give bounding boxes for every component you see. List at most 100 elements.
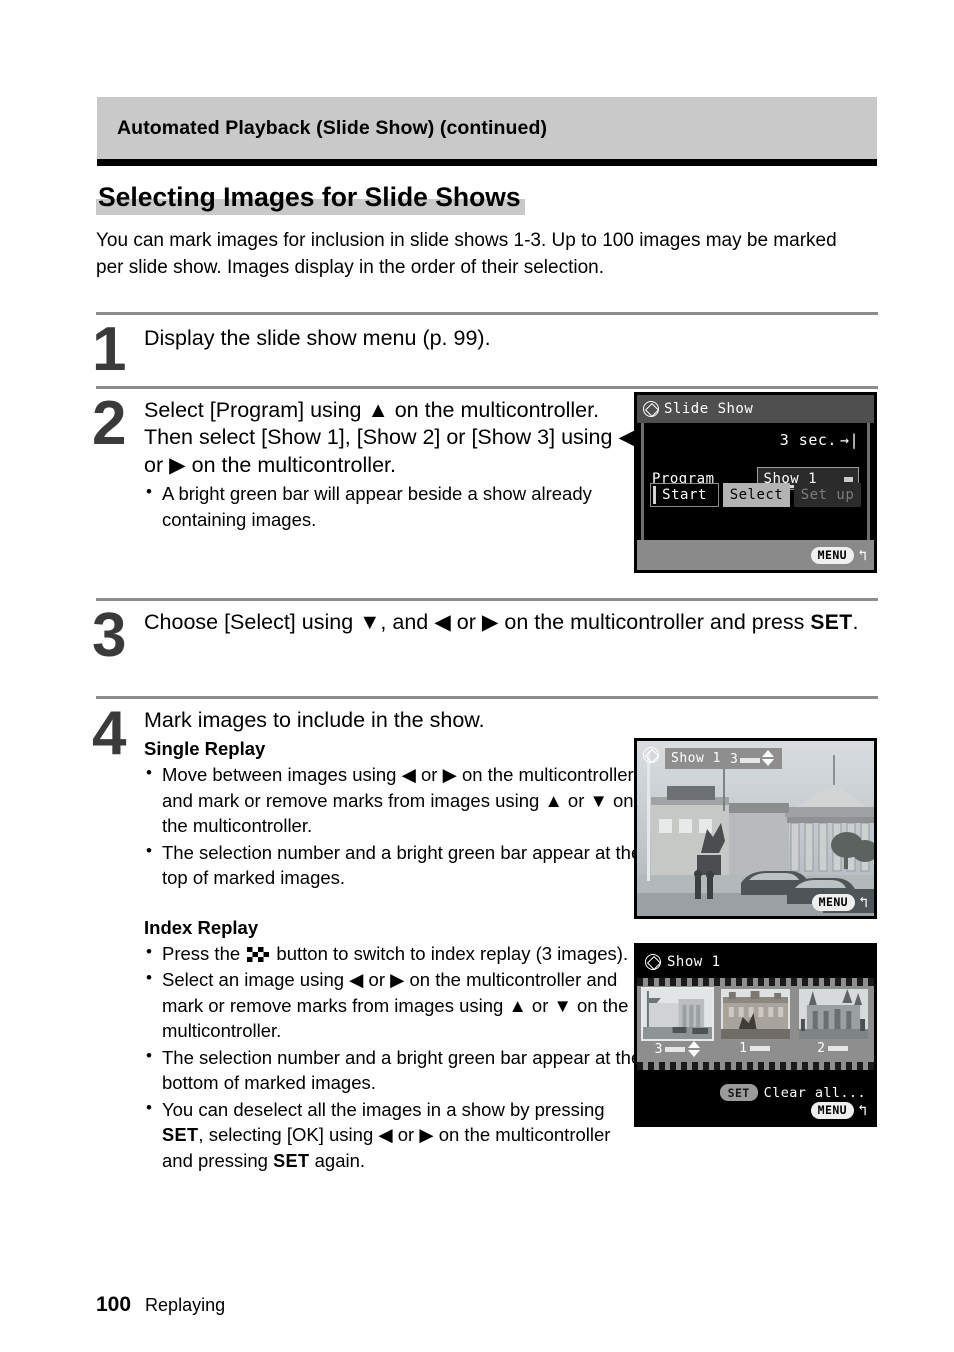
green-bar xyxy=(665,1046,686,1052)
thumbnail-cell[interactable]: 2 xyxy=(799,989,868,1057)
thumbnail-image-1[interactable] xyxy=(641,987,714,1041)
selection-number-group: 3 xyxy=(729,750,775,767)
set-key-label: SET xyxy=(810,610,853,634)
section-title-wrap: Selecting Images for Slide Shows xyxy=(96,182,525,215)
clear-all-label: Clear all... xyxy=(763,1084,866,1101)
lcd-index-bottom: SET Clear all... MENU ↰ xyxy=(637,1070,874,1124)
duration-value: 3 sec. xyxy=(779,431,837,449)
arrow-up-icon: ▲ xyxy=(544,789,563,811)
lcd-menu-title: Slide Show xyxy=(664,401,754,417)
arrow-left-icon: ◀ xyxy=(618,425,635,450)
page-title: Selecting Images for Slide Shows xyxy=(96,182,525,215)
lcd-index-footer: MENU ↰ xyxy=(810,1101,867,1119)
arrow-down-icon: ▼ xyxy=(589,789,608,811)
arrow-down-icon: ▼ xyxy=(359,609,381,634)
lcd-single-footer: MENU ↰ xyxy=(811,893,868,911)
running-head: Automated Playback (Slide Show) (continu… xyxy=(97,97,877,166)
thumb-art xyxy=(721,989,790,1039)
menu-badge[interactable]: MENU xyxy=(811,893,855,911)
arrow-left-icon: ◀ xyxy=(378,1124,393,1146)
thumbnail-row: 3 1 2 xyxy=(641,987,868,1057)
running-head-text: Automated Playback (Slide Show) (continu… xyxy=(117,116,548,139)
single-replay-badge: Show 1 3 xyxy=(665,748,783,769)
step-3-text: Choose [Select] using ▼, and ◀ or ▶ on t… xyxy=(144,609,859,634)
select-button[interactable]: Select xyxy=(723,483,790,507)
thumbnail-image-3[interactable] xyxy=(799,989,868,1039)
arrow-down-icon: ▼ xyxy=(553,994,572,1016)
arrow-right-icon: ▶ xyxy=(419,1124,434,1146)
menu-badge[interactable]: MENU xyxy=(810,546,854,564)
step-number: 4 xyxy=(92,698,127,768)
running-head-bar: Automated Playback (Slide Show) (continu… xyxy=(97,97,877,159)
back-arrow-icon: ↰ xyxy=(857,1101,867,1119)
arrow-up-icon: ▲ xyxy=(367,397,389,422)
index-button-icon xyxy=(247,946,270,962)
lcd-menu-footer: MENU ↰ xyxy=(637,540,874,570)
step-1-text: Display the slide show menu (p. 99). xyxy=(144,325,491,350)
arrow-left-icon: ◀ xyxy=(434,609,451,634)
manual-page: Automated Playback (Slide Show) (continu… xyxy=(0,0,954,1352)
slide-show-icon xyxy=(643,747,659,763)
green-bar xyxy=(740,758,761,763)
chapter-label: Replaying xyxy=(145,1295,226,1315)
slide-show-icon xyxy=(643,401,659,417)
thumbnail-label-1: 3 xyxy=(643,1041,712,1057)
page-number: 100 xyxy=(96,1293,132,1316)
page-footer: 100 Replaying xyxy=(96,1293,225,1317)
index-replay-bullets: Press the button to switch to index repl… xyxy=(144,940,644,1175)
lcd-slide-show-menu: Slide Show 3 sec. →| Program Show 1 Start… xyxy=(634,392,877,573)
thumbnail-image-2[interactable] xyxy=(721,989,790,1039)
arrow-up-icon: ▲ xyxy=(508,994,527,1016)
duration-row: 3 sec. →| xyxy=(780,431,859,449)
list-item: The selection number and a bright green … xyxy=(144,1044,644,1096)
list-item: Select an image using ◀ or ▶ on the mult… xyxy=(144,966,644,1044)
step-4-text: Mark images to include in the show. xyxy=(144,707,485,732)
set-up-button[interactable]: Set up xyxy=(794,483,861,507)
set-key-label: SET xyxy=(273,1151,310,1172)
lcd-index-replay: Show 1 3 1 2 SET Clear all... MENU ↰ xyxy=(634,943,877,1127)
clear-all-row[interactable]: SET Clear all... xyxy=(719,1084,866,1101)
arrow-right-icon: ▶ xyxy=(169,452,186,477)
intro-paragraph: You can mark images for inclusion in sli… xyxy=(96,230,837,278)
arrow-left-icon: ◀ xyxy=(349,969,364,991)
value-nub-icon xyxy=(844,477,853,482)
up-down-arrows-icon xyxy=(688,1041,701,1057)
selection-number: 3 xyxy=(729,752,739,767)
running-head-rule xyxy=(97,159,877,166)
lcd-single-replay: Show 1 3 MENU ↰ xyxy=(634,738,877,919)
thumbnail-label-3: 2 xyxy=(799,1041,868,1056)
step-1: 1 Display the slide show menu (p. 99). xyxy=(92,312,878,380)
arrow-right-icon: ▶ xyxy=(442,764,457,786)
lcd-index-titlebar: Show 1 xyxy=(637,946,874,978)
green-bar xyxy=(827,1046,848,1051)
list-item: A bright green bar will appear beside a … xyxy=(144,480,644,532)
arrow-right-icon: ▶ xyxy=(390,969,405,991)
lcd-button-row: Start Select Set up xyxy=(650,483,861,507)
set-badge[interactable]: SET xyxy=(719,1084,758,1101)
index-replay-heading: Index Replay xyxy=(144,916,259,938)
green-bar xyxy=(653,486,656,504)
list-item: You can deselect all the images in a sho… xyxy=(144,1096,644,1175)
thumbnail-cell[interactable]: 3 xyxy=(641,987,714,1057)
menu-badge[interactable]: MENU xyxy=(810,1101,854,1119)
start-button[interactable]: Start xyxy=(650,483,719,507)
set-key-label: SET xyxy=(162,1125,199,1146)
step-3: 3 Choose [Select] using ▼, and ◀ or ▶ on… xyxy=(92,598,878,693)
film-perforations-top xyxy=(637,978,874,986)
lcd-menu-titlebar: Slide Show xyxy=(637,395,874,423)
step-number: 3 xyxy=(92,600,127,670)
list-item: Move between images using ◀ or ▶ on the … xyxy=(144,761,644,839)
lcd-index-title: Show 1 xyxy=(667,954,721,970)
list-item: Press the button to switch to index repl… xyxy=(144,940,644,967)
jump-arrow-icon: →| xyxy=(839,431,859,449)
arrow-left-icon: ◀ xyxy=(401,764,416,786)
step-2-text: Select [Program] using ▲ on the multicon… xyxy=(144,397,635,477)
show-label: Show 1 xyxy=(671,751,721,766)
thumbnail-cell[interactable]: 1 xyxy=(721,989,790,1057)
step-2-bullets: A bright green bar will appear beside a … xyxy=(144,480,644,532)
step-number: 2 xyxy=(92,388,127,458)
single-replay-heading: Single Replay xyxy=(144,738,266,760)
back-arrow-icon: ↰ xyxy=(858,893,868,911)
thumb-art xyxy=(643,989,712,1039)
film-strip: 3 1 2 xyxy=(637,978,874,1070)
